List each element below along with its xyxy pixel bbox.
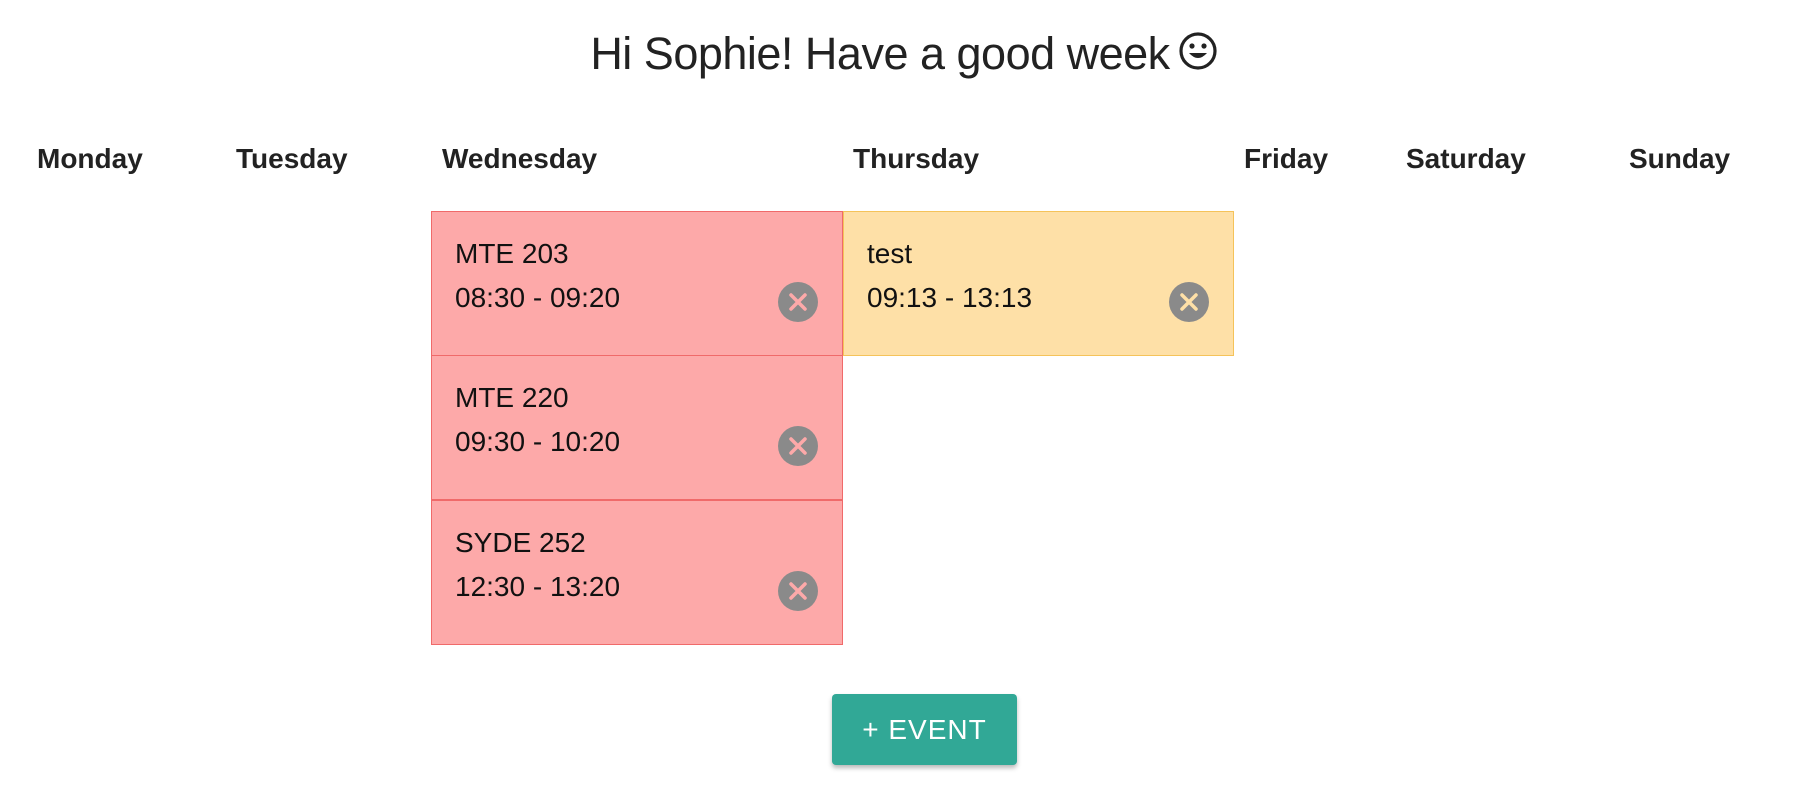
- event-card[interactable]: MTE 203 08:30 - 09:20: [431, 211, 843, 356]
- day-label-sunday: Sunday: [1629, 143, 1731, 174]
- day-label-wednesday: Wednesday: [442, 143, 598, 174]
- event-time: 08:30 - 09:20: [455, 282, 621, 313]
- event-card[interactable]: MTE 220 09:30 - 10:20: [431, 355, 843, 500]
- event-card[interactable]: test 09:13 - 13:13: [843, 211, 1234, 356]
- event-title: test: [867, 238, 913, 269]
- add-event-button[interactable]: + EVENT: [832, 694, 1017, 765]
- event-title: MTE 220: [455, 382, 569, 413]
- close-circle-icon[interactable]: [778, 571, 818, 611]
- day-label-thursday: Thursday: [853, 143, 980, 174]
- greeting-text: Hi Sophie! Have a good week: [590, 28, 1170, 79]
- close-circle-icon[interactable]: [778, 426, 818, 466]
- event-time: 09:13 - 13:13: [867, 282, 1033, 313]
- event-title: SYDE 252: [455, 527, 586, 558]
- day-label-tuesday: Tuesday: [236, 143, 348, 174]
- day-label-friday: Friday: [1244, 143, 1329, 174]
- event-time: 12:30 - 13:20: [455, 571, 621, 602]
- day-label-monday: Monday: [37, 143, 143, 174]
- close-circle-icon[interactable]: [778, 282, 818, 322]
- event-title: MTE 203: [455, 238, 569, 269]
- event-card[interactable]: SYDE 252 12:30 - 13:20: [431, 500, 843, 645]
- smiley-face-icon: [1178, 30, 1218, 70]
- greeting-heading: Hi Sophie! Have a good week: [0, 28, 1808, 80]
- close-circle-icon[interactable]: [1169, 282, 1209, 322]
- weekly-schedule-page: Hi Sophie! Have a good week Monday Tuesd…: [0, 0, 1808, 792]
- event-time: 09:30 - 10:20: [455, 426, 621, 457]
- day-label-saturday: Saturday: [1406, 143, 1526, 174]
- weekday-header-row: Monday Tuesday Wednesday Thursday Friday…: [0, 143, 1808, 179]
